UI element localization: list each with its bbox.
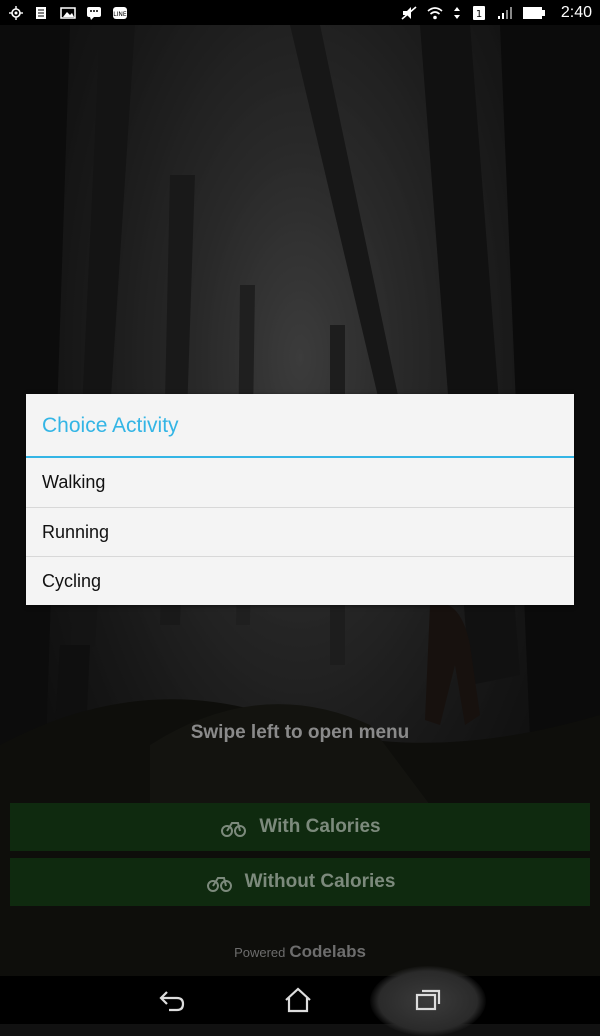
home-button[interactable] xyxy=(268,976,328,1024)
powered-label: Powered xyxy=(234,945,286,960)
recent-apps-icon xyxy=(415,989,441,1011)
signal-icon xyxy=(497,6,513,20)
back-button[interactable] xyxy=(142,976,202,1024)
wifi-icon xyxy=(427,6,443,20)
svg-text:LINE: LINE xyxy=(113,11,127,18)
with-calories-button[interactable]: With Calories xyxy=(10,803,590,851)
image-icon xyxy=(60,6,76,20)
calories-off-icon xyxy=(205,870,233,894)
dialog-item-cycling[interactable]: Cycling xyxy=(26,556,574,605)
battery-icon xyxy=(522,6,545,20)
back-icon xyxy=(159,991,185,1012)
without-calories-label: Without Calories xyxy=(244,871,396,892)
clock: 2:40 xyxy=(560,3,592,21)
powered-by: Powered Codelabs xyxy=(0,942,600,962)
sim-icon: 1 xyxy=(471,5,487,20)
status-bar: LINE 1 2:40 xyxy=(0,0,600,25)
without-calories-button[interactable]: Without Calories xyxy=(10,858,590,906)
brand-label: Codelabs xyxy=(289,942,366,961)
status-left: LINE xyxy=(8,5,128,20)
status-right: 1 2:40 xyxy=(401,4,592,22)
line-icon: LINE xyxy=(112,6,128,20)
bbm-icon xyxy=(86,6,102,20)
choice-activity-dialog: Choice Activity Walking Running Cycling xyxy=(26,394,574,605)
recent-apps-button[interactable] xyxy=(398,976,458,1024)
calories-on-icon xyxy=(219,815,247,839)
swipe-hint: Swipe left to open menu xyxy=(190,722,410,743)
dialog-item-running[interactable]: Running xyxy=(26,507,574,556)
home-icon xyxy=(285,987,311,1013)
mute-icon xyxy=(401,5,417,20)
with-calories-label: With Calories xyxy=(259,816,381,837)
document-icon xyxy=(34,6,50,20)
dialog-title: Choice Activity xyxy=(26,394,574,458)
dialog-item-walking[interactable]: Walking xyxy=(26,458,574,507)
location-icon xyxy=(8,5,24,20)
svg-text:1: 1 xyxy=(476,9,482,20)
data-arrows-icon xyxy=(453,6,461,20)
